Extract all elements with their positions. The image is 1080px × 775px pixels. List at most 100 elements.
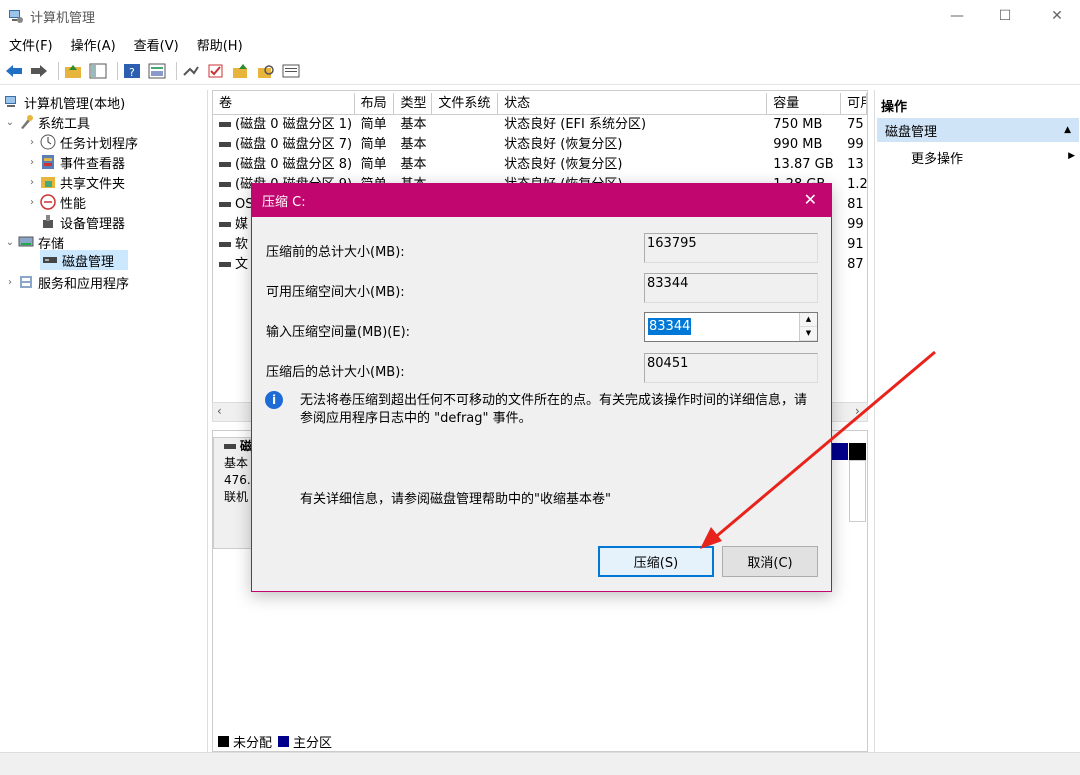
partition-block[interactable] <box>831 443 848 460</box>
column-header-capacity[interactable]: 容量 <box>767 93 842 115</box>
tree-label: 计算机管理(本地) <box>24 96 126 112</box>
table-cell: 99 <box>847 217 864 232</box>
connect-icon[interactable] <box>181 61 201 81</box>
tree-label: 存储 <box>38 236 65 252</box>
maximize-button[interactable]: ☐ <box>982 0 1028 32</box>
shrink-button[interactable]: 压缩(S) <box>598 546 714 577</box>
menu-action[interactable]: 操作(A) <box>62 35 125 54</box>
shared-folder-icon <box>40 174 56 190</box>
action-more-actions[interactable]: 更多操作 ▶ <box>911 148 1079 167</box>
column-header-status[interactable]: 状态 <box>498 93 768 115</box>
column-header-free[interactable]: 可用 <box>841 93 867 115</box>
column-header-layout[interactable]: 布局 <box>354 93 395 115</box>
table-cell: 状态良好 (EFI 系统分区) <box>504 117 647 132</box>
partition-block[interactable] <box>849 460 866 522</box>
chevron-right-icon[interactable]: › <box>26 177 38 188</box>
info-message: 无法将卷压缩到超出任何不可移动的文件所在的点。有关完成该操作时间的详细信息，请 … <box>300 392 820 428</box>
tree-item-task-scheduler[interactable]: › 任务计划程序 <box>26 132 138 152</box>
table-cell: 99 <box>847 137 864 152</box>
shrink-amount-label: 输入压缩空间量(MB)(E): <box>266 325 411 340</box>
chevron-right-icon[interactable]: › <box>26 157 38 168</box>
shrink-amount-spinner[interactable]: ▲ ▼ <box>799 313 817 341</box>
menu-help[interactable]: 帮助(H) <box>188 35 252 54</box>
up-folder-icon[interactable] <box>63 61 83 81</box>
dialog-close-button[interactable]: ✕ <box>804 190 817 209</box>
properties-icon[interactable] <box>147 61 167 81</box>
table-cell: 1.2 <box>847 177 867 192</box>
status-bar <box>0 752 1080 775</box>
search-folder-icon[interactable] <box>256 61 276 81</box>
volume-icon <box>219 182 231 187</box>
back-icon[interactable] <box>4 61 24 81</box>
tree-item-system-tools[interactable]: ⌄ 系统工具 <box>4 112 90 132</box>
chevron-right-icon[interactable]: › <box>4 277 16 288</box>
forward-icon[interactable] <box>29 61 49 81</box>
scroll-left-icon[interactable]: ‹ <box>217 404 222 418</box>
chevron-right-icon[interactable]: › <box>26 137 38 148</box>
shrink-amount-input[interactable]: 83344 ▲ ▼ <box>644 312 818 342</box>
chevron-down-icon[interactable]: ⌄ <box>4 117 16 128</box>
tree-item-services-apps[interactable]: › 服务和应用程序 <box>4 272 129 292</box>
tree-label: 设备管理器 <box>60 216 126 232</box>
close-window-button[interactable]: ✕ <box>1034 0 1080 32</box>
spin-up-icon[interactable]: ▲ <box>800 313 817 327</box>
total-before-value: 163795 <box>644 233 818 263</box>
tree-item-disk-management[interactable]: 磁盘管理 <box>40 250 128 270</box>
volume-icon <box>219 222 231 227</box>
folder-up-icon[interactable] <box>231 61 251 81</box>
toolbar-separator <box>117 61 118 80</box>
checklist-icon[interactable] <box>206 61 226 81</box>
total-before-label: 压缩前的总计大小(MB): <box>266 245 405 260</box>
tree-item-shared-folders[interactable]: › 共享文件夹 <box>26 172 125 192</box>
volume-list-header: 卷 布局 类型 文件系统 状态 容量 可用 <box>213 93 867 115</box>
table-cell <box>432 135 498 155</box>
tree-item-storage[interactable]: ⌄ 存储 <box>4 232 64 252</box>
chevron-down-icon[interactable]: ⌄ <box>4 237 16 248</box>
shrink-dialog: 压缩 C: ✕ 压缩前的总计大小(MB): 163795 可用压缩空间大小(MB… <box>251 183 832 592</box>
menu-view[interactable]: 查看(V) <box>125 35 188 54</box>
minimize-button[interactable]: — <box>934 0 980 32</box>
column-header-filesystem[interactable]: 文件系统 <box>432 93 499 115</box>
info-line-1: 无法将卷压缩到超出任何不可移动的文件所在的点。有关完成该操作时间的详细信息，请 <box>300 393 808 408</box>
clock-icon <box>40 134 56 150</box>
storage-icon <box>18 234 34 250</box>
action-more-label: 更多操作 <box>911 152 964 167</box>
actions-header: 操作 <box>881 100 908 115</box>
list-view-icon[interactable] <box>281 61 301 81</box>
spin-down-icon[interactable]: ▼ <box>800 327 817 341</box>
performance-icon <box>40 194 56 210</box>
collapse-up-icon[interactable]: ▲ <box>1064 125 1071 135</box>
table-cell <box>432 155 498 175</box>
menu-file[interactable]: 文件(F) <box>0 35 62 54</box>
table-cell: 简单 <box>360 157 387 172</box>
table-cell: 81 <box>847 197 864 212</box>
show-hide-tree-icon[interactable] <box>88 61 108 81</box>
table-cell: 简单 <box>360 117 387 132</box>
tree-label: 性能 <box>60 196 87 212</box>
tree-item-computer-management[interactable]: 计算机管理(本地) <box>2 92 125 112</box>
tree-item-event-viewer[interactable]: › 事件查看器 <box>26 152 125 172</box>
chevron-right-icon[interactable]: › <box>26 197 38 208</box>
toolbar-separator <box>176 61 177 80</box>
table-cell: 状态良好 (恢复分区) <box>504 137 623 152</box>
table-cell: (磁盘 0 磁盘分区 7) <box>213 135 355 155</box>
tree-item-performance[interactable]: › 性能 <box>26 192 86 212</box>
table-cell: 基本 <box>400 137 427 152</box>
volume-icon <box>219 122 231 127</box>
column-header-type[interactable]: 类型 <box>394 93 433 115</box>
submenu-arrow-icon: ▶ <box>1068 151 1075 161</box>
table-row[interactable]: (磁盘 0 磁盘分区 1) 简单 基本 状态良好 (EFI 系统分区) 750 MB 75 <box>213 115 867 135</box>
table-row[interactable]: (磁盘 0 磁盘分区 7) 简单 基本 状态良好 (恢复分区) 990 MB 99 <box>213 135 867 155</box>
table-cell: 简单 <box>360 137 387 152</box>
table-cell: (磁盘 0 磁盘分区 8) <box>213 155 355 175</box>
scroll-right-icon[interactable]: › <box>855 404 860 418</box>
help-icon[interactable]: ? <box>122 61 142 81</box>
column-header-volume[interactable]: 卷 <box>213 93 355 115</box>
table-row[interactable]: (磁盘 0 磁盘分区 8) 简单 基本 状态良好 (恢复分区) 13.87 GB 13 <box>213 155 867 175</box>
action-disk-management[interactable]: 磁盘管理 ▲ <box>877 118 1079 142</box>
dialog-title-bar: 压缩 C: ✕ <box>252 184 831 217</box>
shrink-amount-value[interactable]: 83344 <box>648 318 692 335</box>
partition-block[interactable] <box>849 443 866 460</box>
cancel-button[interactable]: 取消(C) <box>722 546 818 577</box>
tree-item-device-manager[interactable]: 设备管理器 <box>38 212 125 232</box>
